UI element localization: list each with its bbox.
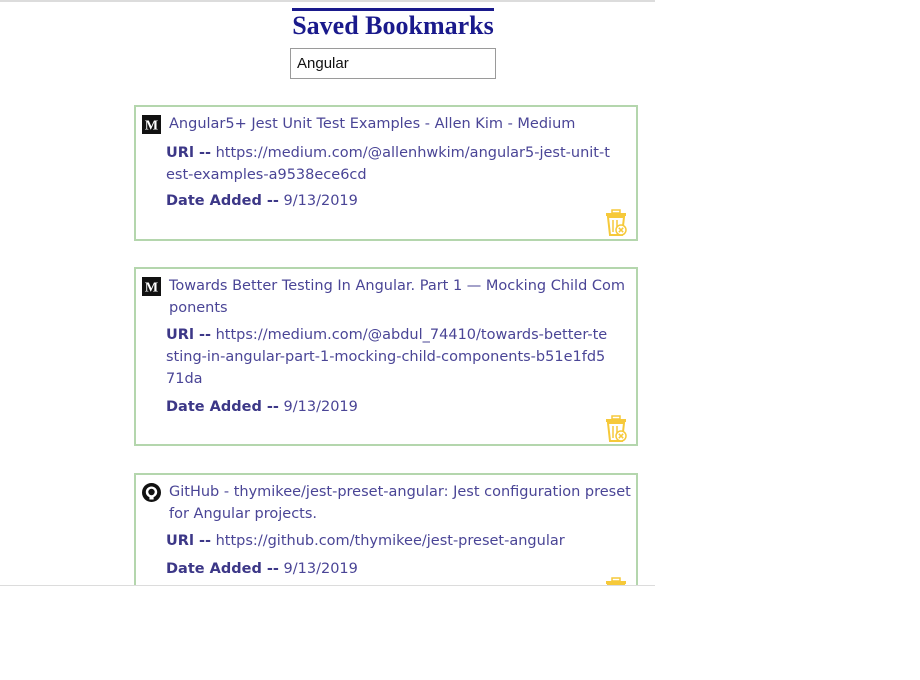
svg-text:M: M (145, 119, 158, 134)
top-divider (0, 0, 655, 2)
github-icon (142, 483, 161, 502)
delete-bookmark-trash-icon[interactable] (604, 209, 628, 237)
delete-bookmark-trash-icon[interactable] (604, 415, 628, 443)
bottom-divider (0, 585, 655, 586)
medium-icon: M (142, 115, 161, 134)
bookmark-date-row: Date Added -- 9/13/2019 (166, 396, 614, 418)
date-label: Date Added -- (166, 399, 279, 415)
bookmark-date: 9/13/2019 (283, 561, 358, 577)
bookmark-url: https://medium.com/@allenhwkim/angular5-… (166, 145, 610, 183)
search-input[interactable] (290, 48, 496, 79)
date-label: Date Added -- (166, 193, 279, 209)
bookmark-url-row: URl -- https://medium.com/@allenhwkim/an… (166, 142, 614, 186)
bookmark-card: M Angular5+ Jest Unit Test Examples - Al… (134, 105, 638, 241)
date-label: Date Added -- (166, 561, 279, 577)
bookmark-date: 9/13/2019 (283, 399, 358, 415)
bookmark-date-row: Date Added -- 9/13/2019 (166, 558, 614, 580)
bookmark-url-row: URl -- https://github.com/thymikee/jest-… (166, 530, 614, 552)
url-label: URl -- (166, 327, 211, 343)
bookmark-date: 9/13/2019 (283, 193, 358, 209)
bookmark-card: M Towards Better Testing In Angular. Par… (134, 267, 638, 446)
svg-text:M: M (145, 281, 158, 296)
bookmark-title-link[interactable]: Angular5+ Jest Unit Test Examples - Alle… (169, 113, 632, 135)
url-label: URl -- (166, 533, 211, 549)
bookmark-title-link[interactable]: Towards Better Testing In Angular. Part … (169, 275, 632, 319)
url-label: URl -- (166, 145, 211, 161)
medium-icon: M (142, 277, 161, 296)
bookmarks-popup: Saved Bookmarks M Angular5+ Jest Unit Te… (0, 0, 655, 586)
bookmark-date-row: Date Added -- 9/13/2019 (166, 190, 614, 212)
page-title: Saved Bookmarks (292, 8, 494, 41)
bookmark-url: https://github.com/thymikee/jest-preset-… (215, 533, 565, 549)
bookmark-url-row: URl -- https://medium.com/@abdul_74410/t… (166, 324, 614, 390)
bookmark-title-link[interactable]: GitHub - thymikee/jest-preset-angular: J… (169, 481, 632, 525)
bookmark-card: GitHub - thymikee/jest-preset-angular: J… (134, 473, 638, 586)
bookmark-url: https://medium.com/@abdul_74410/towards-… (166, 327, 608, 387)
